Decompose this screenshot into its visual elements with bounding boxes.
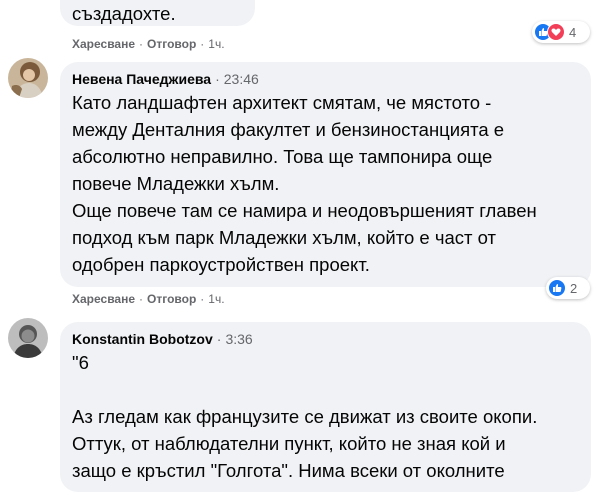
comment-timestamp[interactable]: 1ч. bbox=[208, 37, 224, 51]
comment-text: "6 Аз гледам как французите се движат из… bbox=[72, 352, 538, 481]
reply-link[interactable]: Отговор bbox=[147, 37, 196, 51]
heart-icon bbox=[547, 23, 565, 41]
avatar[interactable] bbox=[8, 318, 48, 358]
comment-actions-2: Харесване · Отговор · 1ч. bbox=[72, 292, 225, 306]
comment-bubble-2: Невена Пачеджиева · 23:46 Като ландшафтен … bbox=[60, 62, 591, 287]
reaction-count: 4 bbox=[569, 24, 577, 40]
like-link[interactable]: Харесване bbox=[72, 292, 135, 306]
reaction-summary-1[interactable]: 4 bbox=[532, 21, 590, 43]
comment-bubble-3: Konstantin Bobotzov · 3:36 "6 Аз гледам ка… bbox=[60, 322, 591, 492]
reaction-summary-2[interactable]: 2 bbox=[546, 277, 590, 299]
comment-timestamp[interactable]: 1ч. bbox=[208, 292, 224, 306]
like-icon bbox=[548, 279, 566, 297]
reply-link[interactable]: Отговор bbox=[147, 292, 196, 306]
like-link[interactable]: Харесване bbox=[72, 37, 135, 51]
avatar[interactable] bbox=[8, 58, 48, 98]
comment-bubble-1: създадохте. bbox=[60, 0, 255, 26]
comment-text: Като ландшафтен архитект смятам, че мяст… bbox=[72, 92, 537, 275]
comment-actions-1: Харесване · Отговор · 1ч. bbox=[72, 37, 225, 51]
reaction-count: 2 bbox=[570, 280, 578, 296]
comment-time[interactable]: 23:46 bbox=[224, 71, 259, 87]
comment-author[interactable]: Konstantin Bobotzov bbox=[72, 331, 213, 347]
comment-text: създадохте. bbox=[72, 3, 176, 24]
comment-author[interactable]: Невена Пачеджиева bbox=[72, 71, 211, 87]
comment-time[interactable]: 3:36 bbox=[225, 331, 252, 347]
